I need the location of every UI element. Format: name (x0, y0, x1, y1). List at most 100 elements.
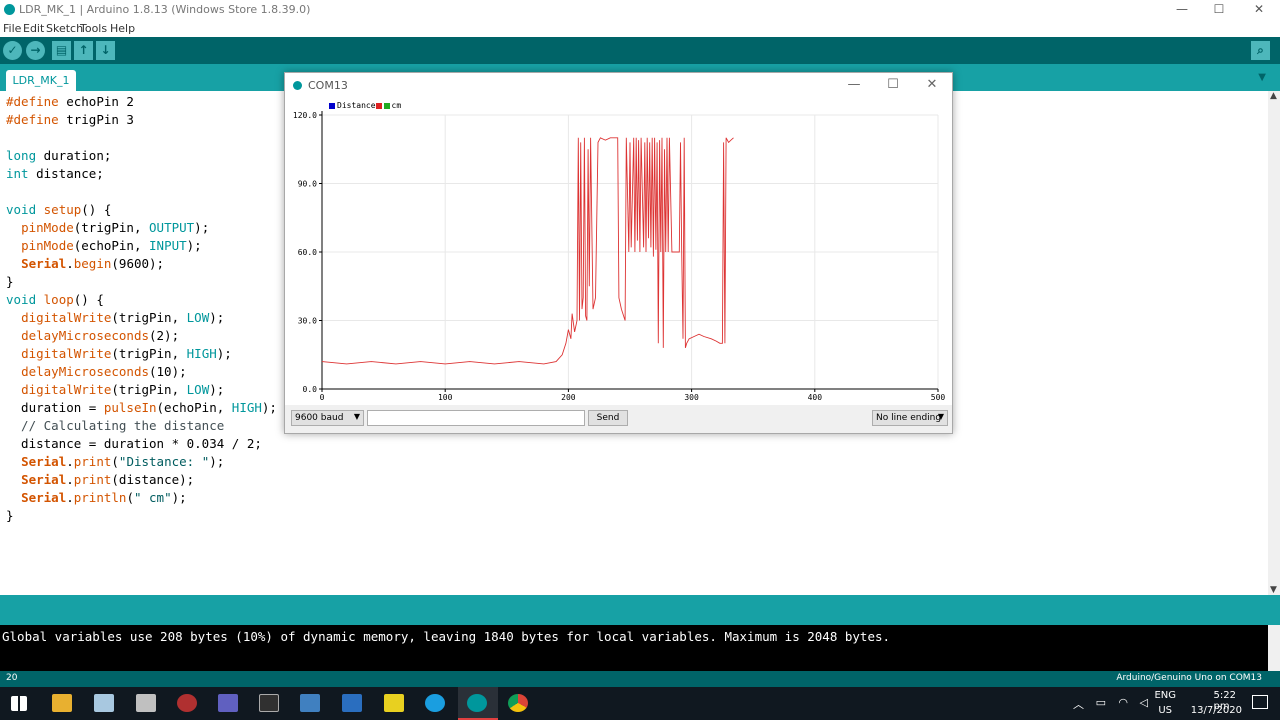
language-code[interactable]: ENG (1154, 690, 1176, 701)
minimize-button[interactable]: — (1163, 0, 1201, 20)
send-input[interactable] (367, 410, 585, 426)
code-line: } (6, 274, 14, 289)
menu-tools[interactable]: Tools (80, 22, 107, 35)
sticky-notes-icon[interactable] (384, 694, 404, 712)
arduino-app-icon (4, 4, 15, 15)
plot-legend: Distance cm (329, 101, 401, 110)
legend-swatch-distance (329, 102, 335, 109)
scroll-down-icon[interactable]: ▼ (1270, 585, 1277, 595)
code-line: duration = pulseIn(echoPin, HIGH); (6, 400, 277, 415)
code-content: #define echoPin 2 #define trigPin 3 long d… (6, 93, 277, 525)
terminal-icon[interactable] (259, 694, 279, 712)
code-line: // Calculating the distance (6, 418, 225, 433)
plotter-title-bar: COM13 — ☐ ✕ (285, 73, 952, 99)
media-player-icon[interactable] (177, 694, 197, 712)
new-sketch-icon[interactable]: ▤ (52, 41, 71, 60)
word-icon[interactable] (342, 694, 362, 712)
app-icon-1[interactable] (94, 694, 114, 712)
skype-icon[interactable] (425, 694, 445, 712)
plotter-title: COM13 (308, 79, 348, 92)
tab-menu-icon[interactable]: ▼ (1258, 72, 1266, 83)
start-icon[interactable] (11, 696, 27, 711)
remote-desktop-icon[interactable] (300, 694, 320, 712)
verify-icon[interactable]: ✓ (3, 41, 22, 60)
menu-edit[interactable]: Edit (23, 22, 44, 35)
code-line: digitalWrite(trigPin, HIGH); (21, 346, 232, 361)
code-line: void setup() { (6, 202, 112, 217)
chrome-icon[interactable] (508, 694, 528, 712)
chevron-up-icon[interactable]: ︿ (1073, 696, 1084, 712)
console-header (0, 595, 1280, 625)
baud-rate-value: 9600 baud (295, 413, 344, 423)
open-sketch-icon[interactable]: ↑ (74, 41, 93, 60)
plot-chart: 0 100 200 300 400 500 0.0 30.0 60.0 90.0 120.0 (293, 111, 946, 402)
app-icon-3[interactable] (218, 694, 238, 712)
app-icon-2[interactable] (136, 694, 156, 712)
plotter-close-button[interactable]: ✕ (917, 77, 947, 92)
editor-scrollbar[interactable]: ▲ ▼ (1268, 91, 1280, 595)
code-line: long duration; (6, 148, 112, 163)
send-button[interactable]: Send (588, 410, 628, 426)
board-info: Arduino/Genuino Uno on COM13 (1116, 673, 1262, 683)
x-tick-label: 200 (561, 393, 576, 402)
x-tick-label: 500 (931, 393, 946, 402)
toolbar: ✓ → ▤ ↑ ↓ ⌕ (0, 37, 1280, 64)
code-line: delayMicroseconds(10); (21, 364, 187, 379)
code-line: void loop() { (6, 292, 104, 307)
code-line: pinMode(trigPin, OUTPUT); (21, 220, 210, 235)
series-line-distance (321, 137, 734, 365)
notifications-icon[interactable] (1252, 695, 1268, 709)
chevron-down-icon: ▼ (353, 412, 360, 421)
code-line: delayMicroseconds(2); (21, 328, 180, 343)
line-number: 20 (6, 673, 18, 683)
code-line: pinMode(echoPin, INPUT); (21, 238, 202, 253)
battery-icon[interactable]: ▭ (1096, 696, 1106, 709)
y-tick-label: 0.0 (303, 385, 318, 394)
chevron-down-icon: ▼ (937, 412, 944, 421)
windows-taskbar: ︿ ▭ ◠ ◁ ENG US 5:22 pm 13/7/2020 (0, 687, 1280, 720)
line-ending-select[interactable]: No line ending ▼ (872, 410, 948, 426)
file-explorer-icon[interactable] (52, 694, 72, 712)
save-sketch-icon[interactable]: ↓ (96, 41, 115, 60)
legend-swatch-red (375, 102, 382, 109)
legend-label-distance: Distance (337, 101, 376, 110)
code-line: distance = duration * 0.034 / 2; (6, 436, 262, 451)
x-tick-label: 100 (438, 393, 453, 402)
y-tick-label: 30.0 (298, 317, 317, 326)
x-tick-label: 0 (320, 393, 325, 402)
code-line: digitalWrite(trigPin, LOW); (21, 382, 225, 397)
scroll-up-icon[interactable]: ▲ (1270, 91, 1277, 101)
x-tick-label: 300 (684, 393, 699, 402)
menu-file[interactable]: File (3, 22, 21, 35)
plotter-minimize-button[interactable]: — (839, 77, 869, 92)
code-line: Serial.println(" cm"); (21, 490, 187, 505)
close-button[interactable]: ✕ (1240, 0, 1278, 20)
language-region[interactable]: US (1158, 705, 1172, 716)
plotter-maximize-button[interactable]: ☐ (878, 77, 908, 92)
clock-date[interactable]: 13/7/2020 (1191, 705, 1242, 716)
console-scrollbar[interactable] (1268, 625, 1280, 671)
code-line: #define trigPin 3 (6, 112, 134, 127)
line-ending-value: No line ending (876, 413, 942, 423)
upload-icon[interactable]: → (26, 41, 45, 60)
legend-label-cm: cm (391, 101, 402, 110)
menu-bar: File Edit Sketch Tools Help (0, 20, 1280, 37)
code-line: Serial.print(distance); (21, 472, 195, 487)
maximize-button[interactable]: ☐ (1200, 0, 1238, 20)
window-title: LDR_MK_1 | Arduino 1.8.13 (Windows Store… (19, 3, 311, 16)
volume-icon[interactable]: ◁ (1140, 696, 1148, 709)
serial-plotter-window: COM13 — ☐ ✕ 0 100 200 300 400 500 0.0 30.0 60.0 9… (284, 72, 953, 434)
plotter-controls: 9600 baud ▼ Send No line ending ▼ (285, 405, 952, 433)
menu-sketch[interactable]: Sketch (46, 22, 83, 35)
serial-monitor-icon[interactable]: ⌕ (1251, 41, 1270, 60)
code-line: int distance; (6, 166, 104, 181)
legend-swatch-cm (383, 102, 390, 109)
window-title-bar: LDR_MK_1 | Arduino 1.8.13 (Windows Store… (0, 0, 1280, 20)
baud-rate-select[interactable]: 9600 baud ▼ (291, 410, 364, 426)
code-line: #define echoPin 2 (6, 94, 134, 109)
arduino-taskbar-icon[interactable] (467, 694, 487, 712)
menu-help[interactable]: Help (110, 22, 135, 35)
wifi-icon[interactable]: ◠ (1118, 696, 1128, 709)
tab-sketch[interactable]: LDR_MK_1 (6, 70, 76, 91)
